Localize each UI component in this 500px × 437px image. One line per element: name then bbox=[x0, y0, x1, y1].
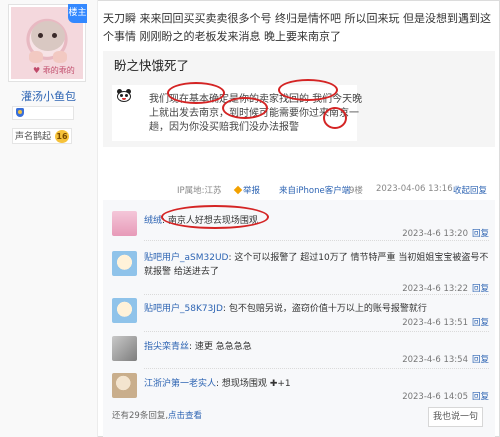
reply-avatar[interactable] bbox=[112, 373, 137, 398]
reply-meta: 2023-4-6 14:05 回复 bbox=[402, 392, 489, 402]
reply-text: 想现场围观 bbox=[221, 379, 267, 389]
post-time: 2023-04-06 13:16 bbox=[376, 184, 453, 194]
reply-avatar[interactable] bbox=[112, 251, 137, 276]
floor-number: 9楼 bbox=[349, 186, 363, 196]
author-badge-row[interactable] bbox=[12, 106, 74, 120]
more-replies: 还有29条回复,点击查看 bbox=[112, 411, 203, 421]
author-level[interactable]: 声名鹊起 16 bbox=[12, 128, 72, 144]
shield-icon bbox=[16, 108, 24, 117]
quote-message-card: 我们现在基本确定是你的卖家找回的 我们今天晚上就出发去南京，到时候可能需要你过来… bbox=[112, 85, 362, 141]
reply-avatar[interactable] bbox=[112, 298, 137, 323]
author-column: ♥ 乖的乖的 楼主 灌汤小鱼包 声名鹊起 16 bbox=[0, 0, 98, 437]
report-link[interactable]: 举报 bbox=[233, 184, 260, 196]
reply-username[interactable]: 江浙沪第一老实人 bbox=[144, 379, 216, 389]
reply-meta: 2023-4-6 13:54 回复 bbox=[402, 355, 489, 365]
quote-title: 盼之快饿死了 bbox=[114, 58, 190, 73]
me-too-button[interactable]: 我也说一句 bbox=[428, 407, 483, 427]
reply-list: 绒绒: 南京人好想去现场围观 2023-4-6 13:20 回复 贴吧用户_aSM… bbox=[103, 200, 495, 437]
post-tail: IP属地:江苏 举报 来自iPhone客户端 9楼 2023-04-06 13:… bbox=[103, 184, 495, 198]
ip-location: IP属地:江苏 bbox=[177, 186, 222, 196]
avatar-hand-left bbox=[29, 51, 43, 63]
reply-button[interactable]: 回复 bbox=[472, 284, 489, 294]
reply-content: 指尖栾青丝: 速更 急急急急 bbox=[144, 342, 252, 352]
client-link[interactable]: 来自iPhone客户端 bbox=[279, 184, 350, 196]
avatar-eye-left bbox=[38, 33, 43, 38]
reply-avatar[interactable] bbox=[112, 336, 137, 361]
lz-badge: 楼主 bbox=[68, 4, 87, 23]
reply-button[interactable]: 回复 bbox=[472, 355, 489, 365]
plus-emoji-icon: ✚ bbox=[269, 379, 278, 389]
quote-message-text: 我们现在基本确定是你的卖家找回的 我们今天晚上就出发去南京，到时候可能需要你过来… bbox=[149, 94, 363, 133]
reply-meta: 2023-4-6 13:51 回复 bbox=[402, 318, 489, 328]
avatar-hand-right bbox=[53, 51, 67, 63]
collapse-replies-link[interactable]: 收起回复 bbox=[453, 184, 487, 196]
avatar-eye-right bbox=[52, 33, 57, 38]
panda-emoticon-icon bbox=[116, 89, 132, 103]
reply-username[interactable]: 绒绒 bbox=[144, 216, 162, 226]
level-number: 16 bbox=[55, 130, 69, 143]
quoted-screenshot: 盼之快饿死了 我们现在基本确定是你的卖家找回的 我们今天晚上就出发去南京，到时候… bbox=[103, 51, 495, 147]
report-icon bbox=[233, 185, 243, 195]
reply-button[interactable]: 回复 bbox=[472, 318, 489, 328]
author-name[interactable]: 灌汤小鱼包 bbox=[0, 88, 97, 104]
reply-text: 南京人好想去现场围观 bbox=[167, 216, 258, 226]
reply-meta: 2023-4-6 13:22 回复 bbox=[402, 284, 489, 294]
reply-button[interactable]: 回复 bbox=[472, 392, 489, 402]
reply-button[interactable]: 回复 bbox=[472, 229, 489, 239]
reply-meta: 2023-4-6 13:20 回复 bbox=[402, 229, 489, 239]
reply-content: 贴吧用户_aSM32UD: 这个可以报警了 超过10万了 情节特严重 当初姐姐宝… bbox=[144, 253, 489, 277]
reply-content: 绒绒: 南京人好想去现场围观 bbox=[144, 216, 258, 226]
avatar-face bbox=[31, 21, 65, 51]
reply-text: 速更 急急急急 bbox=[194, 342, 252, 352]
reply-username[interactable]: 贴吧用户_aSM32UD bbox=[144, 253, 228, 263]
level-title: 声名鹊起 bbox=[15, 132, 52, 142]
reply-username[interactable]: 指尖栾青丝 bbox=[144, 342, 189, 352]
avatar-tag: ♥ 乖的乖的 bbox=[33, 66, 75, 75]
reply-text: 包不包赔另说，盗窃价值十万以上的账号报警就行 bbox=[228, 304, 427, 314]
reply-content: 江浙沪第一老实人: 想现场围观 ✚+1 bbox=[144, 379, 291, 389]
post-body: 天刀瞬 来来回回买买卖卖很多个号 终归是情怀吧 所以回来玩 但是没想到遇到这个事… bbox=[103, 12, 491, 43]
view-more-link[interactable]: 点击查看 bbox=[168, 411, 202, 421]
reply-username[interactable]: 贴吧用户_58K73JD bbox=[144, 304, 223, 314]
reply-avatar[interactable] bbox=[112, 211, 137, 236]
reply-content: 贴吧用户_58K73JD: 包不包赔另说，盗窃价值十万以上的账号报警就行 bbox=[144, 304, 427, 314]
